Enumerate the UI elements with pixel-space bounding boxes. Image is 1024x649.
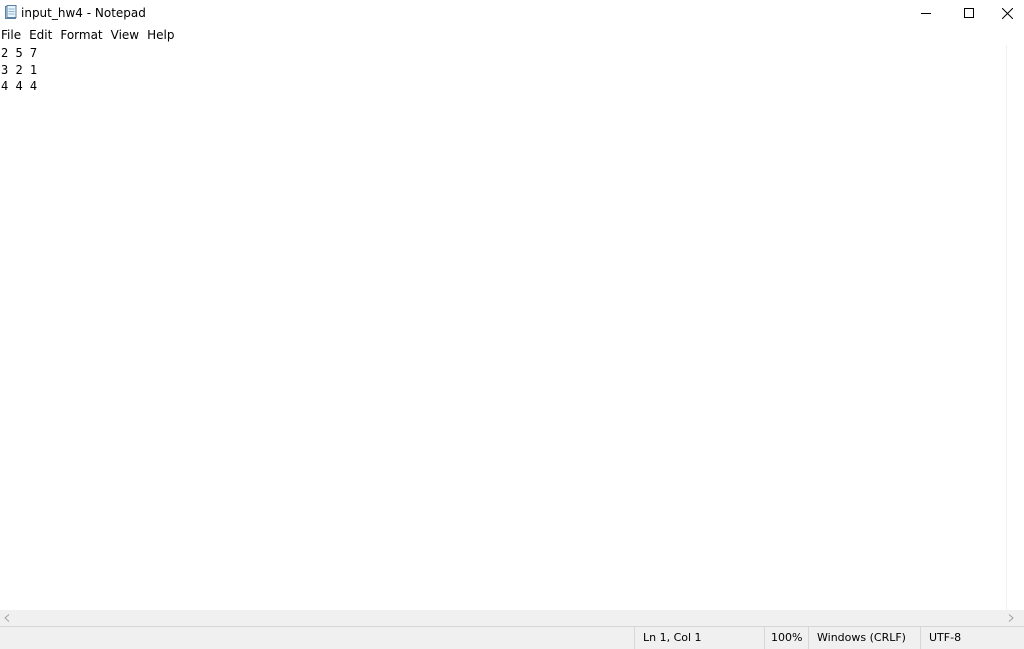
menu-file[interactable]: File [0,26,25,45]
minimize-button[interactable] [904,0,948,26]
menu-format[interactable]: Format [58,26,106,45]
editor-line[interactable]: 3 2 1 [1,62,1006,79]
maximize-button[interactable] [947,0,991,26]
minimize-icon [921,8,931,18]
maximize-icon [964,8,974,18]
chevron-right-icon[interactable] [1005,612,1017,624]
cursor-position: Ln 1, Col 1 [643,631,702,644]
menu-edit[interactable]: Edit [27,26,56,45]
close-icon [1001,7,1013,19]
encoding: UTF-8 [929,631,962,644]
status-bar: Ln 1, Col 1 100% Windows (CRLF) UTF-8 [0,626,1024,649]
window-title: input_hw4 - Notepad [21,6,146,20]
editor-line[interactable]: 2 5 7 [1,45,1006,62]
menu-bar: File Edit Format View Help [0,26,1024,45]
zoom-level: 100% [771,631,803,644]
editor-line[interactable]: 4 4 4 [1,78,1006,95]
close-button[interactable] [990,0,1024,26]
chevron-left-icon[interactable] [1,612,13,624]
title-bar[interactable]: input_hw4 - Notepad [0,0,1024,26]
vertical-scrollbar[interactable] [1006,45,1024,610]
notepad-icon [5,5,17,19]
menu-help[interactable]: Help [145,26,178,45]
text-editor[interactable]: 2 5 7 3 2 1 4 4 4 [0,45,1006,610]
horizontal-scrollbar[interactable] [0,610,1024,626]
menu-view[interactable]: View [109,26,143,45]
line-ending: Windows (CRLF) [817,631,906,644]
